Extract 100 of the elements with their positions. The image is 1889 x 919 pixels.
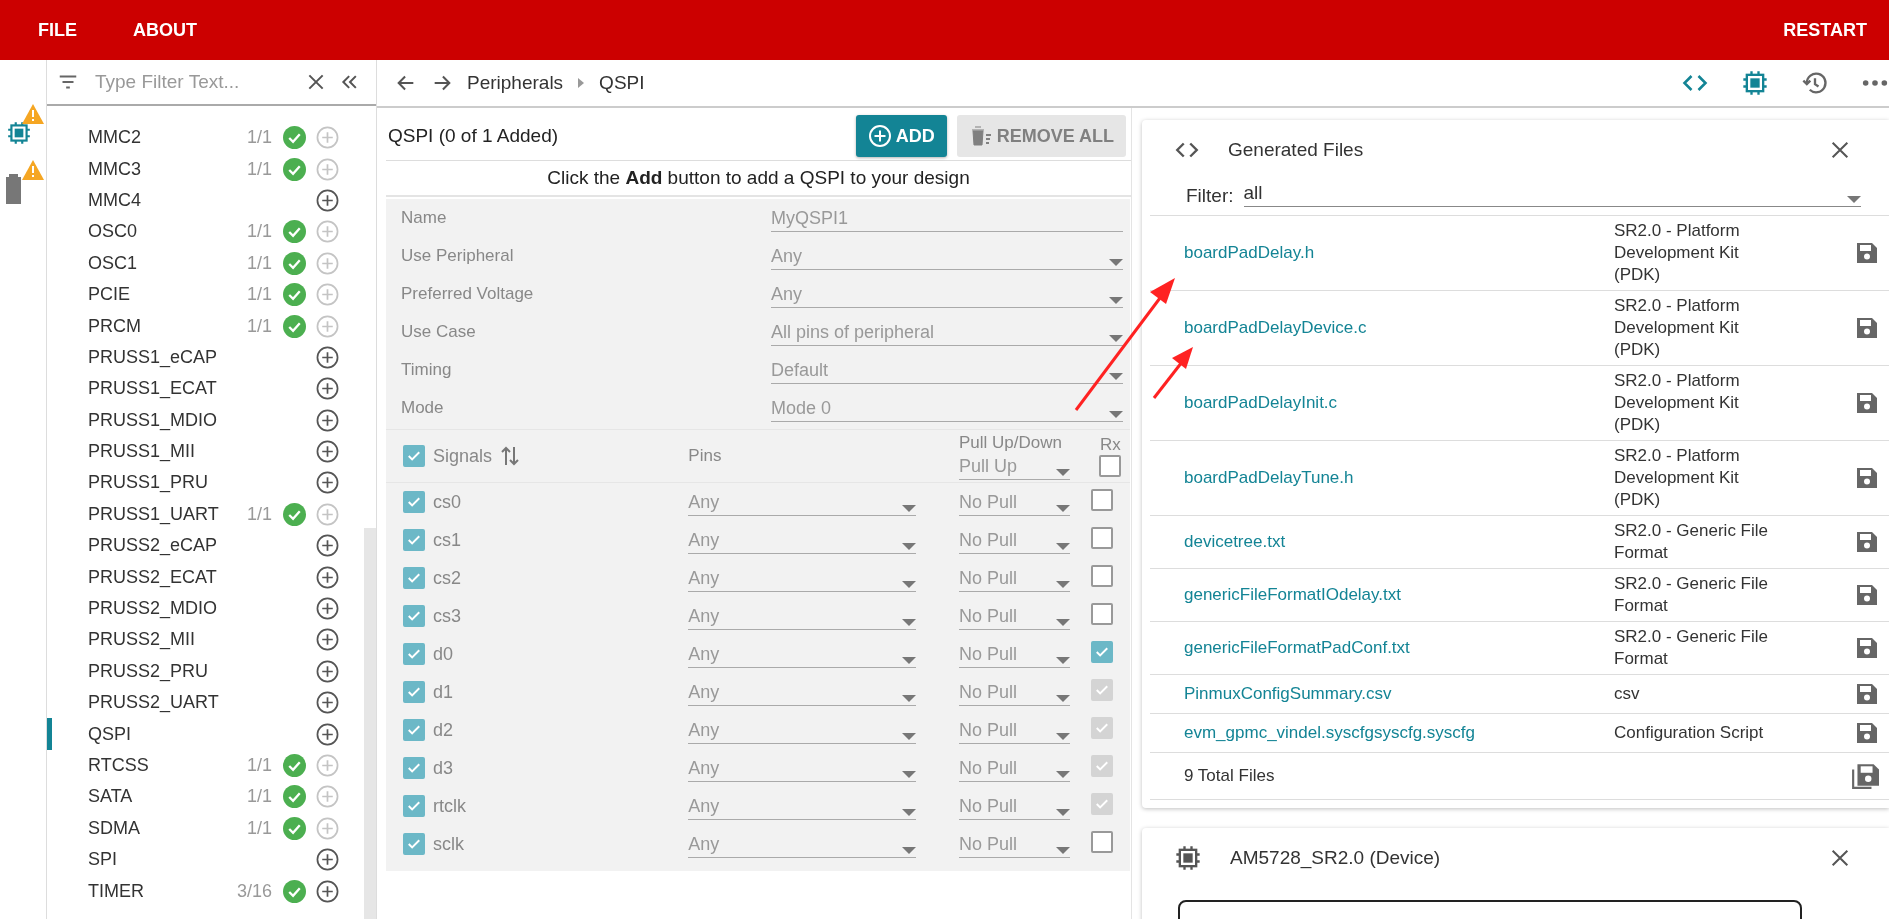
dropdown-field[interactable]: Any (688, 526, 917, 554)
checkbox[interactable] (403, 757, 425, 779)
save-all-icon[interactable] (1851, 762, 1879, 790)
save-icon[interactable] (1855, 530, 1879, 554)
save-icon[interactable] (1855, 682, 1879, 706)
checkbox[interactable] (1090, 527, 1113, 549)
dropdown-field[interactable]: No Pull (959, 602, 1070, 630)
checkbox[interactable] (1090, 489, 1113, 511)
sidebar-item[interactable]: SATA 1/1 (47, 781, 362, 813)
dropdown-field[interactable]: No Pull (959, 678, 1070, 706)
add-circle-icon[interactable] (316, 534, 339, 558)
sidebar-item[interactable]: PRUSS2_UART (47, 687, 362, 719)
sidebar-item[interactable]: PRUSS2_eCAP (47, 530, 362, 562)
breadcrumb-link[interactable]: QSPI (599, 72, 645, 94)
sidebar-item[interactable]: OSC1 1/1 (47, 247, 362, 279)
dropdown-field[interactable]: No Pull (959, 792, 1070, 820)
chip-icon[interactable] (6, 120, 32, 146)
add-circle-icon[interactable] (316, 722, 339, 746)
checkbox[interactable] (1090, 565, 1113, 587)
dropdown-field[interactable]: All pins of peripheral (771, 318, 1123, 346)
sidebar-item[interactable]: OSC0 1/1 (47, 216, 362, 248)
dropdown-field[interactable]: Any (771, 242, 1123, 270)
dropdown-field[interactable]: No Pull (959, 526, 1070, 554)
checkbox[interactable] (1090, 831, 1113, 853)
save-icon[interactable] (1855, 636, 1879, 660)
checkbox[interactable] (403, 491, 425, 513)
sidebar-item[interactable]: PCIE 1/1 (47, 278, 362, 311)
checkbox[interactable] (403, 719, 425, 741)
file-link[interactable]: PinmuxConfigSummary.csv (1184, 684, 1614, 704)
dropdown-field[interactable]: No Pull (959, 564, 1070, 592)
close-icon[interactable] (1829, 847, 1851, 869)
add-circle-icon[interactable] (316, 408, 339, 432)
menu-item[interactable]: FILE (38, 19, 77, 41)
sidebar-item[interactable]: PRUSS1_UART 1/1 (47, 498, 362, 531)
sidebar-item[interactable]: RTCSS 1/1 (47, 749, 362, 782)
file-link[interactable]: genericFileFormatPadConf.txt (1184, 638, 1614, 658)
sidebar-item[interactable]: PRUSS2_MII (47, 624, 362, 656)
checkbox[interactable] (1090, 603, 1113, 625)
sort-icon[interactable] (500, 445, 521, 467)
sidebar-item[interactable]: PRUSS1_MDIO (47, 404, 362, 436)
chip-icon[interactable] (1741, 69, 1769, 97)
dropdown-field[interactable]: Any (688, 488, 917, 516)
add-circle-icon[interactable] (316, 188, 339, 212)
file-link[interactable]: boardPadDelayDevice.c (1184, 318, 1614, 338)
save-icon[interactable] (1855, 316, 1879, 340)
dropdown-field[interactable]: No Pull (959, 754, 1070, 782)
add-circle-icon[interactable] (316, 440, 339, 464)
dropdown-field[interactable]: No Pull (959, 488, 1070, 516)
sidebar-item[interactable]: PRUSS1_eCAP (47, 341, 362, 374)
add-button[interactable]: ADD (855, 115, 947, 157)
dropdown-field[interactable]: No Pull (959, 716, 1070, 744)
file-link[interactable]: devicetree.txt (1184, 532, 1614, 552)
save-icon[interactable] (1855, 241, 1879, 265)
add-circle-icon[interactable] (316, 377, 339, 401)
add-circle-icon[interactable] (316, 471, 339, 495)
checkbox[interactable] (403, 681, 425, 703)
file-link[interactable]: boardPadDelayInit.c (1184, 393, 1614, 413)
add-circle-icon[interactable] (316, 691, 339, 715)
checkbox[interactable] (403, 567, 425, 589)
file-link[interactable]: genericFileFormatIOdelay.txt (1184, 585, 1614, 605)
sidebar-item[interactable]: PRUSS1_PRU (47, 467, 362, 499)
scrollbar[interactable] (364, 528, 376, 919)
dropdown-field[interactable]: Pull Up (959, 452, 1070, 480)
checkbox[interactable] (403, 643, 425, 665)
checkbox[interactable] (403, 795, 425, 817)
add-circle-icon[interactable] (316, 879, 339, 903)
sidebar-item[interactable]: MMC3 1/1 (47, 153, 362, 185)
filter-field[interactable]: Type Filter Text... (93, 70, 292, 94)
sidebar-item[interactable]: PRUSS2_PRU (47, 655, 362, 688)
add-circle-icon[interactable] (316, 848, 339, 872)
chip-icon[interactable] (1174, 844, 1202, 872)
save-icon[interactable] (1855, 583, 1879, 607)
add-circle-icon[interactable] (316, 628, 339, 652)
dropdown-field[interactable]: Any (688, 754, 917, 782)
add-circle-icon[interactable] (316, 597, 339, 621)
dropdown-field[interactable]: all (1243, 180, 1861, 207)
file-link[interactable]: boardPadDelayTune.h (1184, 468, 1614, 488)
save-icon[interactable] (1855, 391, 1879, 415)
menu-item[interactable]: ABOUT (133, 19, 197, 41)
add-circle-icon[interactable] (316, 565, 339, 589)
dropdown-field[interactable]: Any (688, 678, 917, 706)
restart-button[interactable]: RESTART (1783, 19, 1867, 41)
checkbox[interactable] (1090, 641, 1113, 663)
close-icon[interactable] (306, 72, 326, 92)
dropdown-field[interactable]: Any (688, 602, 917, 630)
dropdown-field[interactable]: Any (688, 640, 917, 668)
dropdown-field[interactable]: Any (688, 716, 917, 744)
file-link[interactable]: boardPadDelay.h (1184, 243, 1614, 263)
dropdown-field[interactable]: No Pull (959, 830, 1070, 858)
sidebar-item[interactable]: PRUSS2_MDIO (47, 592, 362, 625)
breadcrumb-link[interactable]: Peripherals (467, 72, 564, 94)
text-field[interactable]: MyQSPI1 (771, 204, 1123, 232)
file-link[interactable]: evm_gpmc_vindel.syscfgsyscfg.syscfg (1184, 723, 1614, 743)
sidebar-item[interactable]: MMC2 1/1 (47, 122, 362, 154)
dropdown-field[interactable]: Default (771, 356, 1123, 384)
battery-icon[interactable] (6, 174, 21, 204)
checkbox[interactable] (403, 529, 425, 551)
sidebar-item[interactable]: SDMA 1/1 (47, 812, 362, 844)
checkbox[interactable] (403, 445, 425, 467)
sidebar-item[interactable]: MMC4 (47, 184, 362, 217)
